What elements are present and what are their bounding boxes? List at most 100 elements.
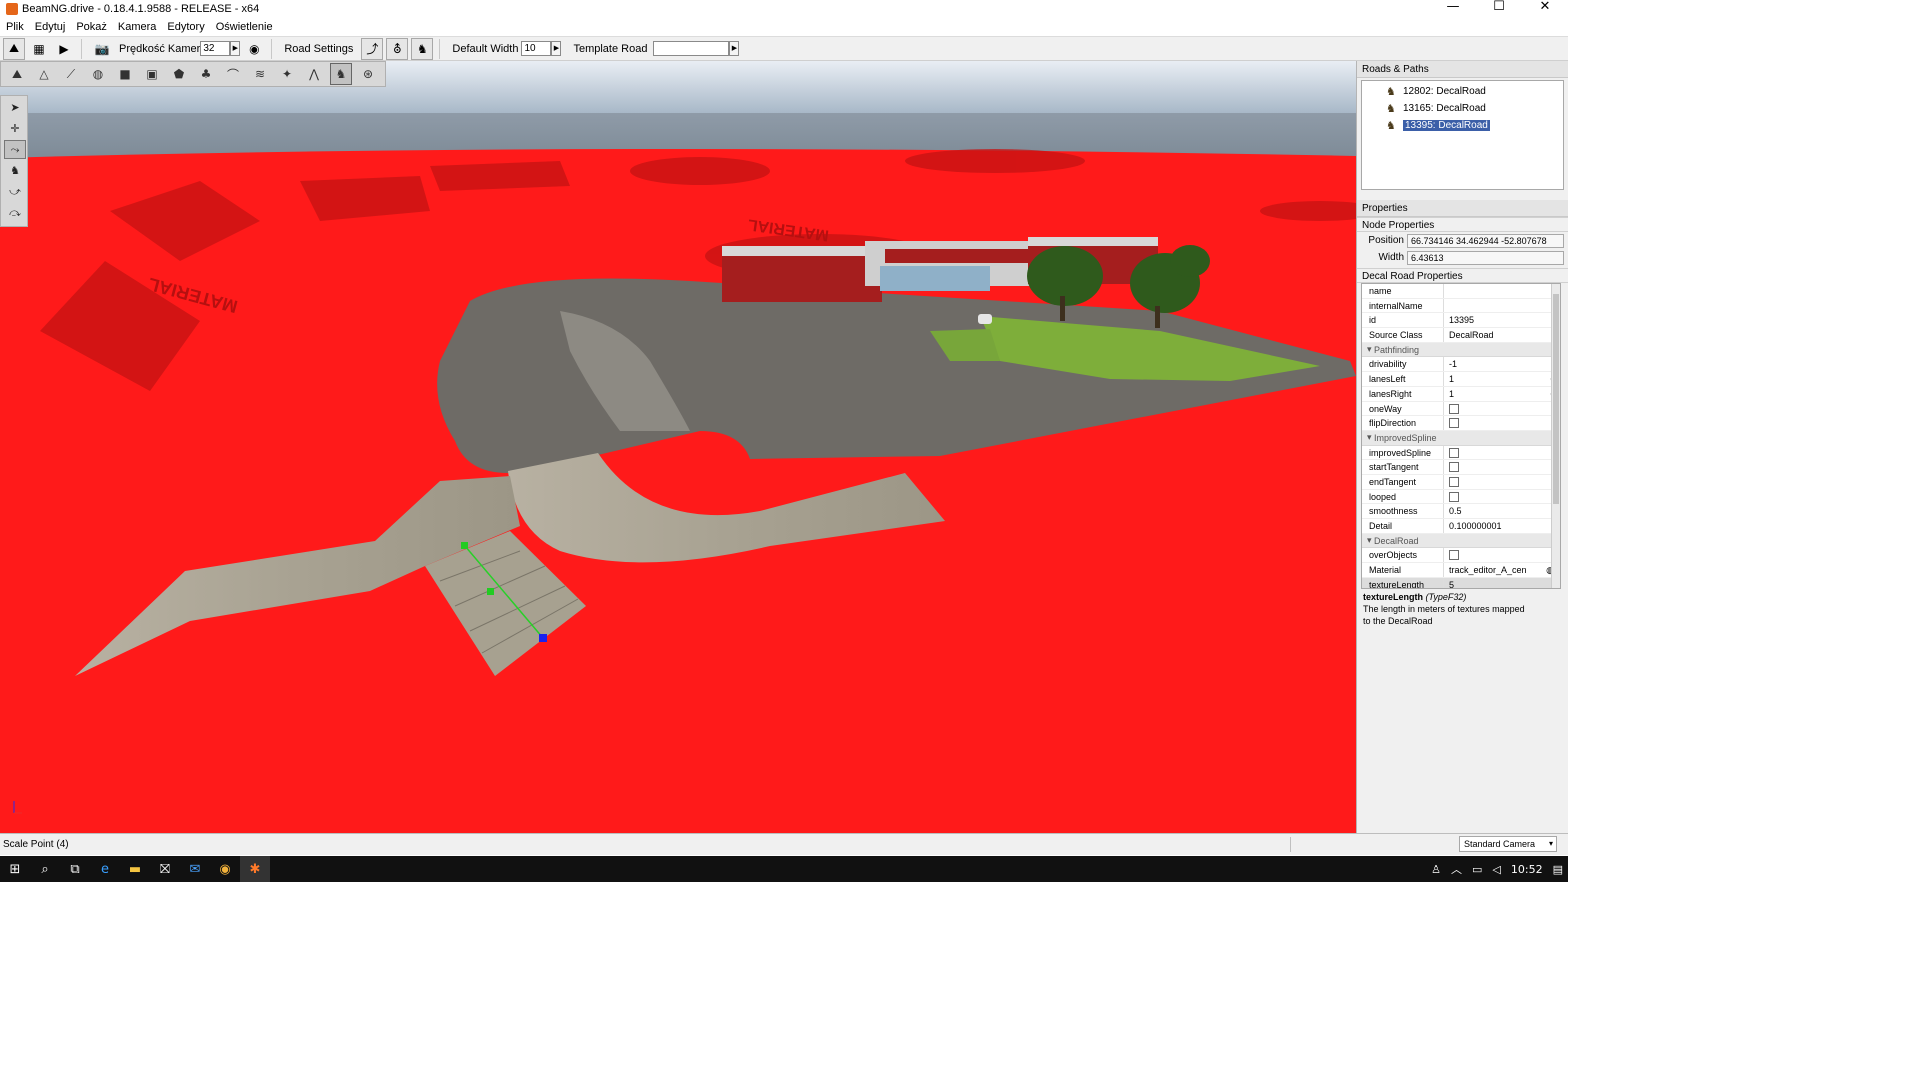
river-icon[interactable]: ≋ [249,63,271,85]
overobjects-checkbox[interactable] [1449,550,1459,561]
prop-row-oneway[interactable]: oneWay [1362,401,1560,417]
menu-edytuj[interactable]: Edytuj [35,21,66,33]
node-graph-icon[interactable]: ⊛ [357,63,379,85]
maximize-button[interactable]: ☐ [1476,0,1522,18]
network-icon[interactable]: ▭ [1472,863,1482,876]
width-label: Width [1378,252,1404,263]
position-field[interactable]: 66.734146 34.462944 -52.807678 [1407,233,1564,248]
scene-render[interactable]: MATERIAL MATERIAL [0,61,1356,833]
tree-item-road-12802[interactable]: ♞ 12802: DecalRoad [1362,83,1563,100]
prop-row-id[interactable]: id 13395 [1362,313,1560,329]
terrain-heights-icon[interactable]: ⛰ [6,63,28,85]
prop-row-flipdirection[interactable]: flipDirection [1362,416,1560,431]
mail-icon[interactable]: ✉ [180,856,210,882]
prop-row-source-class[interactable]: Source Class DecalRoad [1362,328,1560,343]
menu-kamera[interactable]: Kamera [118,21,157,33]
spline-node-start [461,542,468,549]
scale-point-icon[interactable]: ⤳ [4,140,26,159]
looped-checkbox[interactable] [1449,491,1459,502]
group-improvedspline[interactable]: ▾ ImprovedSpline [1362,430,1560,446]
tree-item-road-13395[interactable]: ♞ 13395: DecalRoad [1362,117,1563,134]
scene-viewport[interactable]: MATERIAL MATERIAL [0,61,1356,833]
notifications-icon[interactable]: ▤ [1553,863,1563,876]
world-editor-icon[interactable]: ⛰ [3,37,25,60]
prop-row-detail[interactable]: Detail 0.100000001 [1362,519,1560,534]
prop-row-starttangent[interactable]: startTangent [1362,460,1560,475]
camera-speed-input[interactable]: 32 [200,41,231,56]
menu-pokaz[interactable]: Pokaż [76,21,107,33]
datablock-icon[interactable]: ▣ [141,63,163,85]
tree-item-road-13165[interactable]: ♞ 13165: DecalRoad [1362,100,1563,117]
prop-row-texturelength[interactable]: textureLength 5 [1362,577,1560,588]
menu-oswietlenie[interactable]: Oświetlenie [216,21,273,33]
menu-plik[interactable]: Plik [6,21,24,33]
scrollbar-thumb[interactable] [1553,294,1559,504]
task-view-icon[interactable]: ⧉ [60,856,90,882]
prop-row-name[interactable]: name [1362,284,1560,299]
default-width-input[interactable]: 10 [521,41,552,56]
terrain-mesh-icon[interactable]: △ [33,63,55,85]
start-windows-icon[interactable]: ⊞ [0,856,30,882]
prop-row-improvedspline[interactable]: improvedSpline [1362,445,1560,461]
starttangent-checkbox[interactable] [1449,462,1459,473]
cube-icon[interactable]: ■ [114,63,136,85]
clock[interactable]: 10:52 [1511,863,1543,876]
close-button[interactable]: ✕ [1522,0,1568,18]
minimize-button[interactable]: — [1430,0,1476,18]
menu-edytory[interactable]: Edytory [167,21,204,33]
camera-icon[interactable]: 📷 [91,38,113,60]
road-select-mode-icon[interactable]: ⤴ [361,37,384,60]
select-arrow-icon[interactable]: ➤ [4,98,26,117]
decal-icon[interactable]: ✦ [276,63,298,85]
volume-icon[interactable]: ◁ [1492,863,1500,876]
decal-road-icon: ♞ [1386,118,1396,132]
improvedspline-checkbox[interactable] [1449,447,1459,458]
road-add-mode-icon[interactable]: ⛢ [386,37,409,60]
file-explorer-icon[interactable]: ▬ [120,856,150,882]
add-road-icon[interactable]: ♞ [4,161,26,180]
layout-icon[interactable]: ▦ [28,38,50,60]
prop-row-internalname[interactable]: internalName [1362,298,1560,314]
camera-speed-arrow-icon[interactable]: ▶ [230,41,241,56]
stamp-icon[interactable]: ⬟ [168,63,190,85]
decal-road-icon[interactable]: ♞ [330,63,352,85]
width-field[interactable]: 6.43613 [1407,250,1564,265]
play-icon[interactable]: ▶ [53,38,75,60]
globe-icon[interactable]: ◍ [87,63,109,85]
people-icon[interactable]: ♙ [1431,863,1441,876]
chevron-up-icon[interactable]: ︿ [1451,861,1462,877]
visibility-eye-icon[interactable]: ◉ [243,38,265,60]
property-scrollbar[interactable] [1551,284,1560,588]
flipdirection-checkbox[interactable] [1449,418,1459,429]
chrome-icon[interactable]: ◉ [210,856,240,882]
prop-row-material[interactable]: Materialtrack_editor_A_cen◍ [1362,563,1560,578]
move-point-icon[interactable]: ✛ [4,119,26,138]
insert-point-icon[interactable]: ⤻ [4,182,26,201]
prop-row-drivability[interactable]: drivability -1 [1362,357,1560,373]
group-pathfinding[interactable]: ▾ Pathfinding [1362,342,1560,358]
prop-row-lanesright[interactable]: lanesRight1▲▼ [1362,386,1560,402]
camera-mode-select[interactable]: Standard Camera ▾ [1459,836,1557,852]
oneway-checkbox[interactable] [1449,403,1459,414]
road-edit-mode-icon[interactable]: ♞ [411,37,434,60]
group-decalroad[interactable]: ▾ DecalRoad [1362,533,1560,549]
road-split-icon[interactable]: ⋀ [303,63,325,85]
template-road-arrow-icon[interactable]: ▶ [729,41,740,56]
taskbar: ⊞ ⌕ ⧉ e ▬ ⛝ ✉ ◉ ✱ ♙ ︿ ▭ ◁ 10:52 ▤ [0,856,1568,882]
default-width-arrow-icon[interactable]: ▶ [551,41,562,56]
prop-row-smoothness[interactable]: smoothness 0.5 [1362,504,1560,519]
endtangent-checkbox[interactable] [1449,476,1459,487]
forest-icon[interactable]: ♣ [195,63,217,85]
prop-row-looped[interactable]: looped [1362,489,1560,505]
beamng-taskbar-icon[interactable]: ✱ [240,856,270,882]
prop-row-endtangent[interactable]: endTangent [1362,474,1560,490]
mesh-road-icon[interactable]: ⌒ [222,63,244,85]
search-icon[interactable]: ⌕ [30,856,60,882]
remove-point-icon[interactable]: ⤼ [4,203,26,222]
prop-row-overobjects[interactable]: overObjects [1362,548,1560,564]
prop-row-lanesleft[interactable]: lanesLeft1▲▼ [1362,372,1560,387]
template-road-input[interactable] [653,41,730,56]
edge-browser-icon[interactable]: e [90,856,120,882]
terrain-slope-icon[interactable]: ⟋ [60,63,82,85]
store-icon[interactable]: ⛝ [150,856,180,882]
